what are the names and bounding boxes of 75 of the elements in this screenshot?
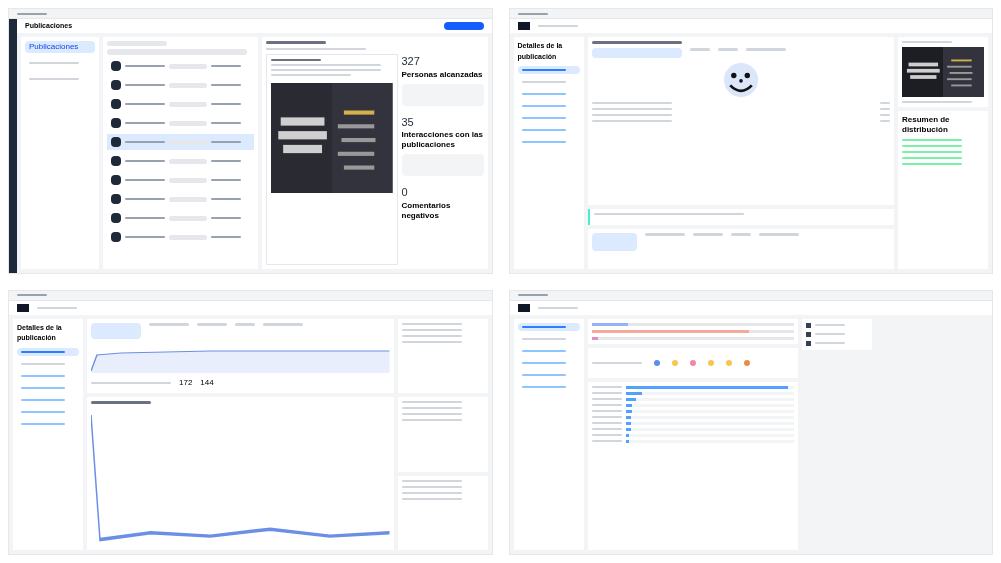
thumbnail bbox=[17, 303, 29, 312]
blurred-text bbox=[37, 306, 77, 309]
thumbnail bbox=[517, 22, 530, 30]
stat-label: Comentarios negativos bbox=[401, 200, 452, 221]
blurred-text bbox=[521, 349, 566, 352]
blurred-text bbox=[401, 479, 462, 482]
blurred-text bbox=[591, 232, 637, 251]
blurred-text bbox=[235, 322, 255, 326]
thumbnail bbox=[517, 303, 530, 312]
stat-value: 327 bbox=[401, 54, 421, 69]
blurred-text bbox=[537, 306, 578, 309]
blurred-text bbox=[169, 234, 207, 240]
blurred-text bbox=[521, 385, 566, 388]
blurred-text bbox=[591, 361, 642, 364]
blurred-text bbox=[401, 322, 462, 325]
blurred-text bbox=[149, 322, 189, 326]
blurred-text bbox=[169, 120, 207, 126]
blurred-text bbox=[21, 422, 65, 425]
blurred-text bbox=[401, 334, 462, 337]
blurred-text bbox=[91, 400, 151, 404]
blurred-text bbox=[21, 398, 65, 401]
blurred-text bbox=[169, 82, 207, 88]
blurred-text bbox=[91, 322, 141, 339]
blurred-text bbox=[521, 361, 566, 364]
blurred-text bbox=[745, 48, 786, 51]
blurred-text bbox=[521, 373, 566, 376]
reaction-icon bbox=[743, 359, 750, 366]
blurred-text bbox=[21, 362, 65, 365]
blurred-text bbox=[21, 386, 65, 389]
blurred-text bbox=[169, 196, 207, 202]
table-row[interactable] bbox=[107, 134, 254, 150]
reaction-icon bbox=[689, 359, 696, 366]
blurred-text bbox=[717, 48, 738, 51]
blurred-text bbox=[401, 485, 462, 488]
metric-value: 144 bbox=[200, 376, 214, 389]
blurred-text bbox=[169, 101, 207, 107]
blurred-text bbox=[17, 12, 47, 15]
blurred-text bbox=[197, 322, 227, 326]
blurred-text bbox=[644, 232, 685, 236]
blurred-text bbox=[169, 63, 207, 69]
nav-item[interactable] bbox=[517, 322, 580, 331]
blurred-text bbox=[266, 41, 326, 44]
blurred-text bbox=[517, 12, 548, 15]
blurred-text bbox=[21, 350, 65, 353]
blurred-text bbox=[21, 374, 65, 377]
blurred-text bbox=[758, 232, 799, 236]
create-button[interactable] bbox=[443, 22, 484, 30]
blurred-text bbox=[521, 337, 566, 340]
blurred-text bbox=[401, 497, 462, 500]
blurred-text bbox=[263, 322, 303, 326]
blurred-text bbox=[169, 177, 207, 183]
reaction-icon bbox=[707, 359, 714, 366]
blurred-text bbox=[521, 325, 566, 328]
blurred-text bbox=[401, 491, 462, 494]
blurred-text bbox=[401, 328, 462, 331]
card-title: Resumen de distribución bbox=[902, 115, 951, 135]
blurred-text bbox=[169, 158, 207, 164]
blurred-text bbox=[689, 48, 710, 51]
stat-label: Personas alcanzadas bbox=[401, 69, 484, 80]
blurred-text bbox=[692, 232, 723, 236]
stat-value: 35 bbox=[401, 114, 415, 130]
blurred-text bbox=[730, 232, 751, 236]
blurred-text bbox=[401, 340, 462, 343]
reaction-icon bbox=[653, 359, 660, 366]
stat-value: 0 bbox=[401, 185, 409, 200]
blurred-text bbox=[107, 41, 167, 46]
reaction-icon bbox=[671, 359, 678, 366]
stat-label: Interacciones con las publicaciones bbox=[401, 130, 484, 150]
nav-item[interactable] bbox=[17, 347, 79, 356]
metric-value: 172 bbox=[179, 376, 193, 389]
reaction-icon bbox=[725, 359, 732, 366]
blurred-text bbox=[21, 410, 65, 413]
blurred-text bbox=[169, 215, 207, 221]
nav-item[interactable]: Publicaciones bbox=[25, 41, 95, 53]
nav-item[interactable] bbox=[517, 66, 580, 74]
